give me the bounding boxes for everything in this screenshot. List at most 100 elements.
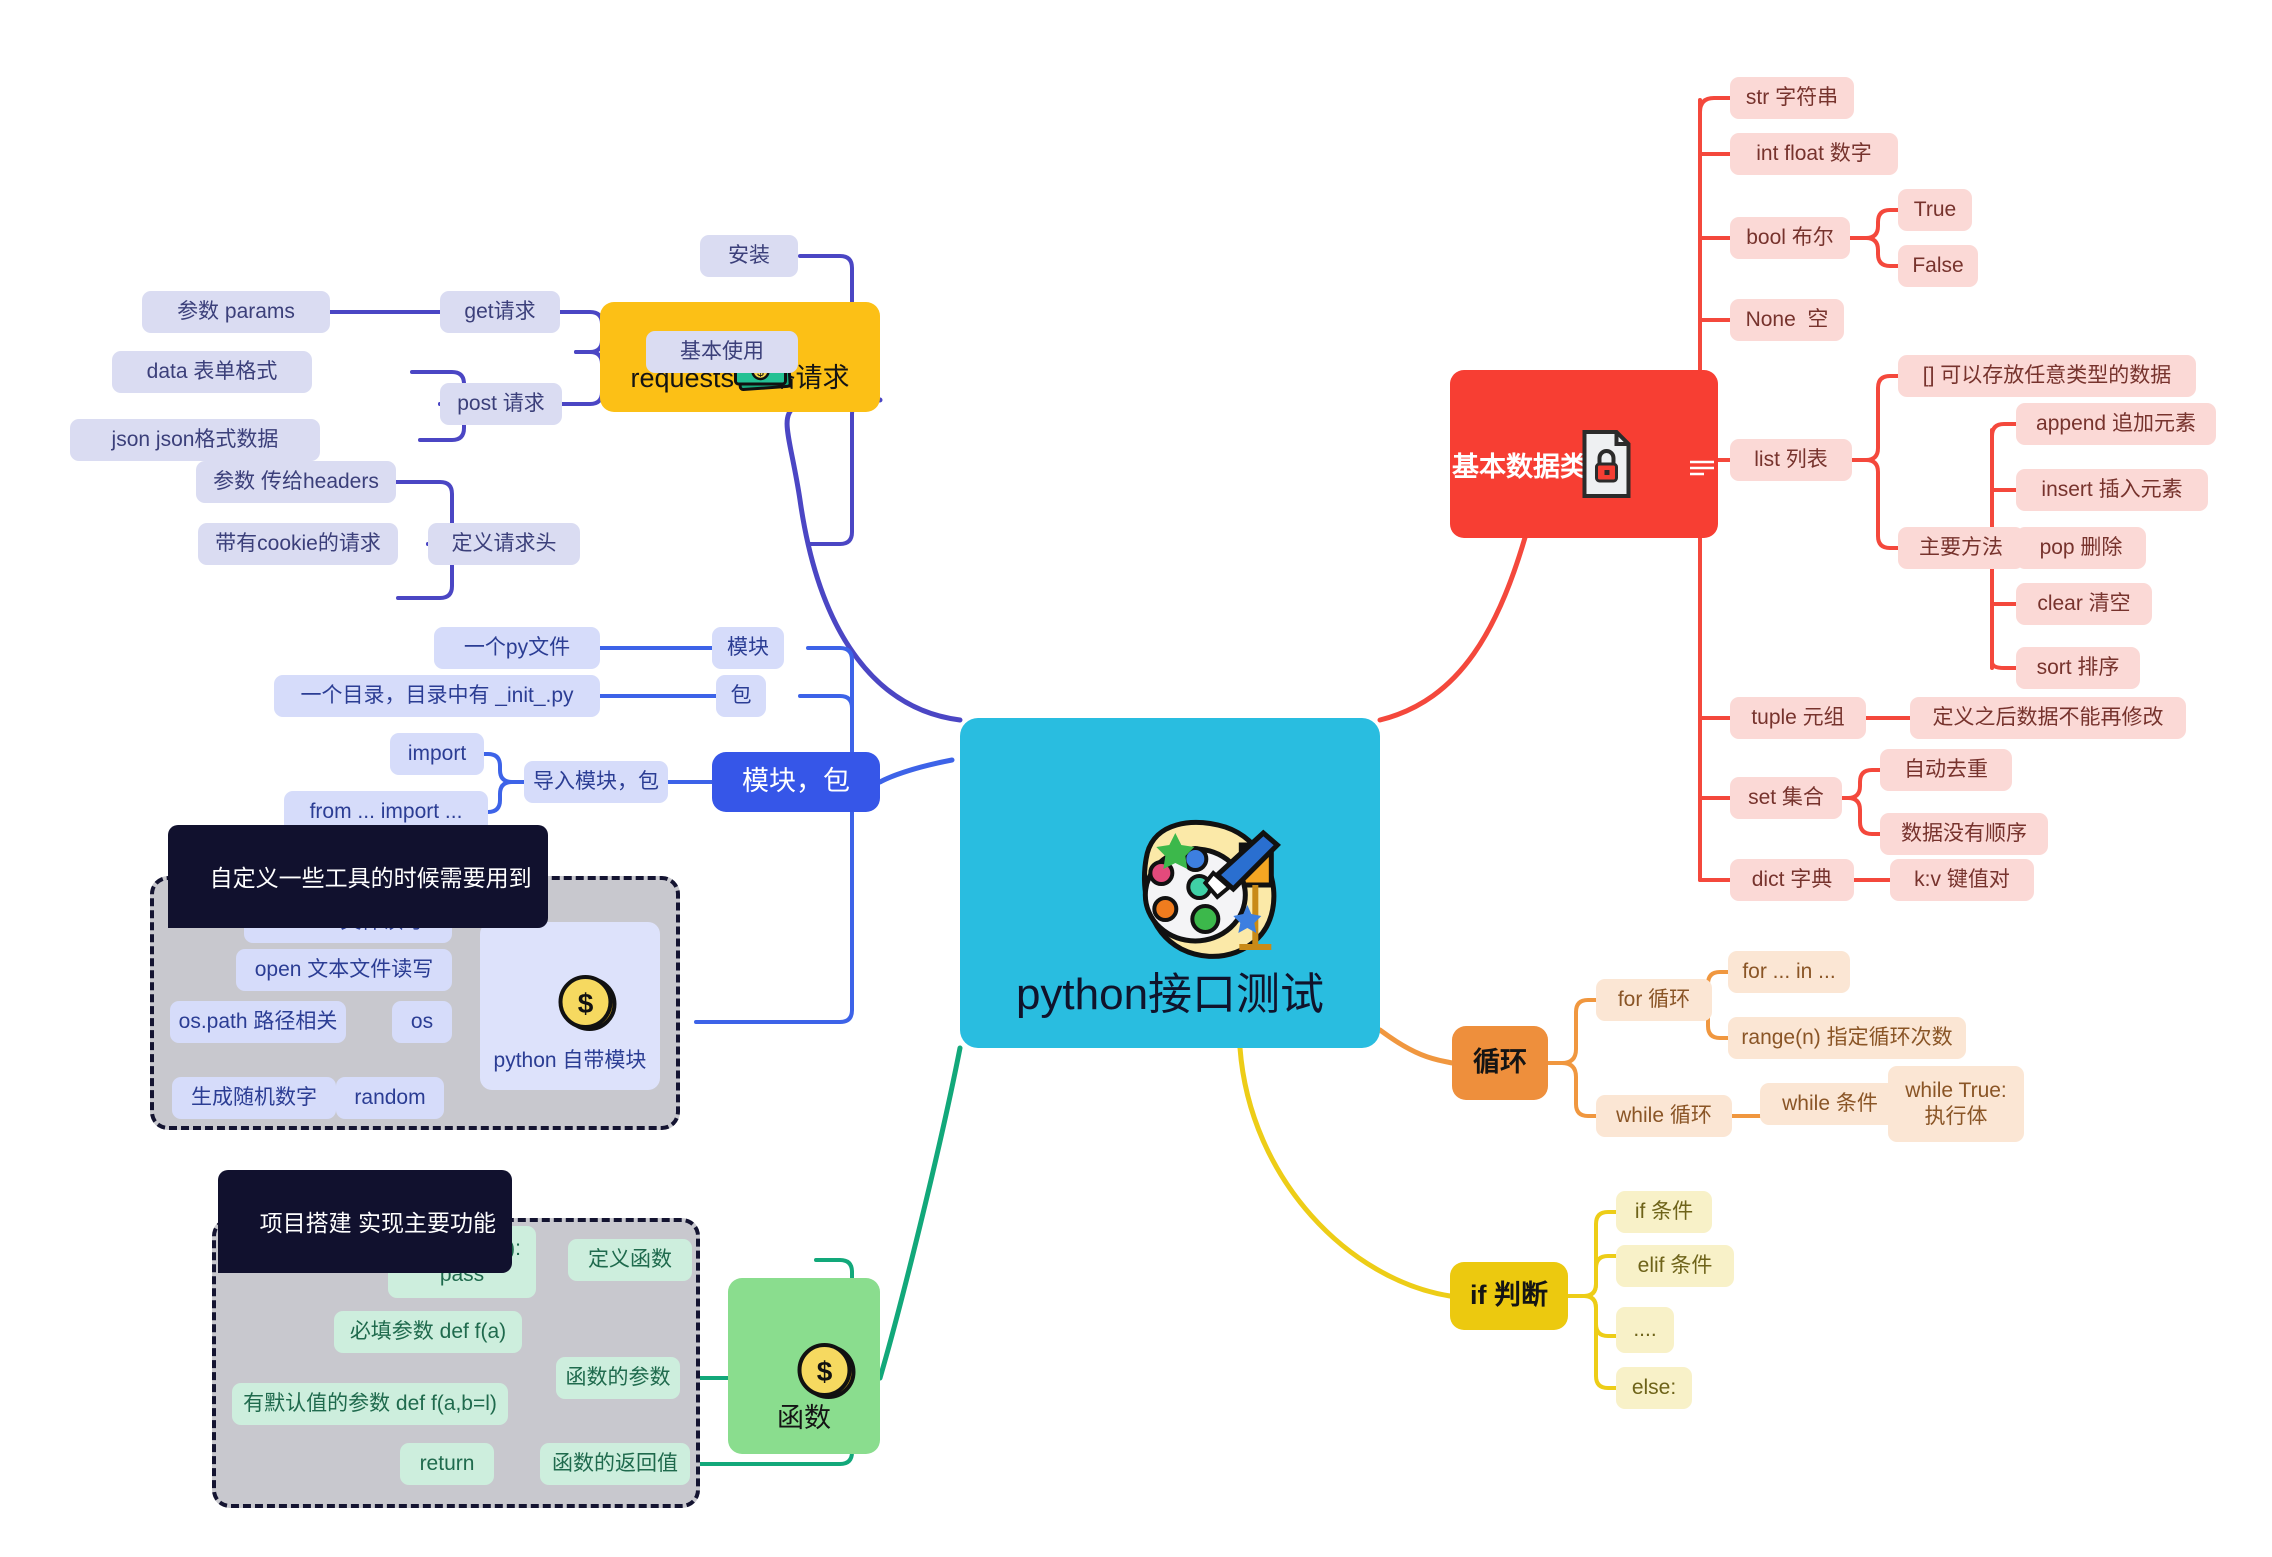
node-false[interactable]: False [1898,245,1978,287]
node-post-request-label: post 请求 [457,391,545,415]
node-install-label: 安装 [728,243,770,267]
node-set-unordered[interactable]: 数据没有顺序 [1880,813,2048,855]
node-data-form[interactable]: data 表单格式 [112,351,312,393]
node-function-params[interactable]: 函数的参数 [556,1357,680,1399]
node-function-return[interactable]: 函数的返回值 [540,1443,690,1485]
node-package[interactable]: 包 [716,675,766,717]
node-open[interactable]: open 文本文件读写 [236,949,452,991]
node-pop[interactable]: pop 删除 [2016,527,2146,569]
node-true[interactable]: True [1898,189,1972,231]
node-set-label: set 集合 [1748,785,1824,809]
node-params-label: 参数 params [177,299,295,323]
node-list-any-type[interactable]: [] 可以存放任意类型的数据 [1898,355,2196,397]
node-clear[interactable]: clear 清空 [2016,583,2152,625]
node-cookie-request-label: 带有cookie的请求 [215,531,381,555]
node-return[interactable]: return [400,1443,494,1485]
node-str[interactable]: str 字符串 [1730,77,1854,119]
node-int-float-label: int float 数字 [1756,141,1872,165]
branch-modules[interactable]: 模块，包 [712,752,880,812]
branch-datatypes[interactable]: 基本数据类型 [1450,370,1718,538]
node-module-label: 模块 [727,635,769,659]
node-return-label: return [419,1451,475,1475]
node-list-any-type-label: [] 可以存放任意类型的数据 [1922,363,2172,387]
branch-functions[interactable]: $ 函数 [728,1278,880,1454]
node-headers-param-label: 参数 传给headers [213,469,379,493]
node-set-dedup-label: 自动去重 [1904,757,1988,781]
node-main-methods[interactable]: 主要方法 [1898,527,2024,569]
node-none[interactable]: None 空 [1730,299,1844,341]
central-node[interactable]: python接口测试 [960,718,1380,1048]
node-append[interactable]: append 追加元素 [2016,403,2216,445]
group-custom-tools-tab-label: 自定义一些工具的时候需要用到 [209,865,532,891]
node-set[interactable]: set 集合 [1730,777,1842,819]
node-import-modules[interactable]: 导入模块，包 [524,761,668,803]
node-required-param[interactable]: 必填参数 def f(a) [334,1311,522,1353]
node-append-label: append 追加元素 [2036,411,2196,435]
node-tuple-immutable[interactable]: 定义之后数据不能再修改 [1910,697,2186,739]
node-bool-label: bool 布尔 [1746,225,1834,249]
node-ellipsis[interactable]: .... [1616,1307,1674,1353]
node-py-file-label: 一个py文件 [463,635,571,659]
branch-loops[interactable]: 循环 [1452,1026,1548,1100]
node-set-dedup[interactable]: 自动去重 [1880,749,2012,791]
node-py-file[interactable]: 一个py文件 [434,627,600,669]
node-range[interactable]: range(n) 指定循环次数 [1728,1017,1966,1059]
node-while-true[interactable]: while True: 执行体 [1888,1066,2024,1142]
node-import[interactable]: import [390,733,484,775]
node-post-request[interactable]: post 请求 [440,383,562,425]
node-dict[interactable]: dict 字典 [1730,859,1854,901]
node-elif-condition[interactable]: elif 条件 [1616,1245,1734,1287]
node-os[interactable]: os [392,1001,452,1043]
mindmap-canvas: python接口测试 $ requests 网络请求 安装 基本使用 get请求… [0,0,2272,1557]
node-get-request[interactable]: get请求 [440,291,560,333]
node-os-path[interactable]: os.path 路径相关 [170,1001,346,1043]
node-bool[interactable]: bool 布尔 [1730,217,1850,259]
node-random-number[interactable]: 生成随机数字 [172,1077,336,1119]
node-insert-label: insert 插入元素 [2041,477,2183,501]
node-for-in[interactable]: for ... in ... [1728,951,1850,993]
node-sort-label: sort 排序 [2036,655,2120,679]
svg-text:$: $ [578,988,594,1019]
node-for-loop[interactable]: for 循环 [1596,979,1712,1021]
node-tuple[interactable]: tuple 元组 [1730,697,1866,739]
node-os-path-label: os.path 路径相关 [178,1009,338,1033]
node-module[interactable]: 模块 [712,627,784,669]
node-function-return-label: 函数的返回值 [552,1451,678,1475]
node-int-float[interactable]: int float 数字 [1730,133,1898,175]
branch-conditionals[interactable]: if 判断 [1450,1262,1568,1330]
node-random-label: random [354,1085,426,1109]
node-cookie-request[interactable]: 带有cookie的请求 [198,523,398,565]
node-headers-param[interactable]: 参数 传给headers [196,461,396,503]
svg-text:$: $ [817,1356,833,1387]
node-params[interactable]: 参数 params [142,291,330,333]
node-json-data[interactable]: json json格式数据 [70,419,320,461]
node-ellipsis-label: .... [1633,1317,1657,1341]
node-required-param-label: 必填参数 def f(a) [349,1319,507,1343]
node-random[interactable]: random [336,1077,444,1119]
node-insert[interactable]: insert 插入元素 [2016,469,2208,511]
node-basic-usage[interactable]: 基本使用 [646,331,798,373]
branch-loops-label: 循环 [1473,1047,1527,1078]
node-default-param[interactable]: 有默认值的参数 def f(a,b=l) [232,1383,508,1425]
node-set-unordered-label: 数据没有顺序 [1901,821,2027,845]
node-while-condition[interactable]: while 条件 [1760,1083,1900,1125]
node-tuple-immutable-label: 定义之后数据不能再修改 [1932,705,2164,729]
node-define-headers[interactable]: 定义请求头 [428,523,580,565]
node-list[interactable]: list 列表 [1730,439,1852,481]
node-sort[interactable]: sort 排序 [2016,647,2140,689]
node-define-function[interactable]: 定义函数 [568,1239,692,1281]
node-while-loop[interactable]: while 循环 [1596,1095,1732,1137]
node-package-dir[interactable]: 一个目录，目录中有 _init_.py [274,675,600,717]
node-else[interactable]: else: [1616,1367,1692,1409]
node-install[interactable]: 安装 [700,235,798,277]
node-data-form-label: data 表单格式 [146,359,278,383]
node-import-label: import [407,741,467,765]
node-while-loop-label: while 循环 [1616,1103,1712,1127]
node-builtin-modules[interactable]: $ python 自带模块 [480,922,660,1090]
node-main-methods-label: 主要方法 [1919,535,2003,559]
note-lines-icon [1628,417,1716,518]
node-if-condition[interactable]: if 条件 [1616,1191,1712,1233]
node-false-label: False [1912,253,1964,277]
node-key-value[interactable]: k:v 键值对 [1890,859,2034,901]
node-else-label: else: [1631,1375,1677,1399]
